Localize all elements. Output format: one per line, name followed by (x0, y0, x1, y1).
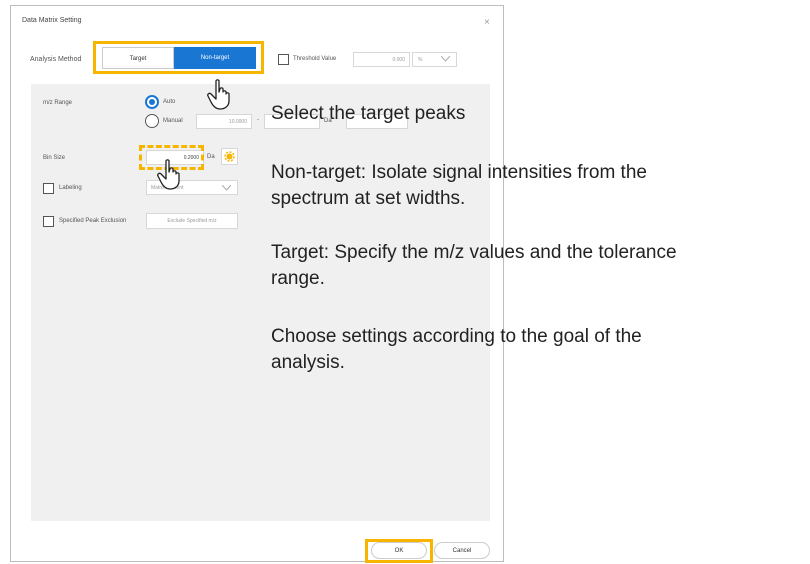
non-target-option-button[interactable]: Non-target (174, 47, 256, 69)
peak-exclusion-checkbox[interactable] (43, 216, 54, 227)
peak-exclusion-label: Specified Peak Exclusion (59, 218, 127, 224)
callout-target-line2: range. (271, 268, 325, 289)
mz-range-separator: - (257, 117, 259, 123)
threshold-unit-value: % (418, 57, 423, 63)
hand-pointer-icon (207, 79, 230, 110)
threshold-unit-select[interactable]: % (412, 52, 457, 67)
threshold-checkbox[interactable] (278, 54, 289, 65)
gear-icon (224, 151, 235, 162)
cancel-button[interactable]: Cancel (434, 542, 490, 559)
bin-size-unit: Da (207, 154, 215, 160)
threshold-input[interactable]: 0.000 (353, 52, 410, 67)
analysis-method-label: Analysis Method (30, 56, 82, 63)
target-option-button[interactable]: Target (102, 47, 174, 69)
manual-radio[interactable] (145, 114, 159, 128)
callout-select-peaks: Select the target peaks (271, 103, 466, 124)
bin-size-label: Bin Size (43, 155, 66, 161)
callout-non-target-line2: spectrum at set widths. (271, 188, 466, 209)
hand-pointer-icon (157, 159, 180, 190)
labeling-checkbox[interactable] (43, 183, 54, 194)
callout-target-line1: Target: Specify the m/z values and the t… (271, 242, 677, 263)
settings-panel (31, 84, 490, 521)
auto-radio-label: Auto (163, 99, 176, 105)
dialog-title: Data Matrix Setting (22, 17, 82, 24)
bin-size-settings-button[interactable] (221, 148, 238, 165)
callout-choose-line1: Choose settings according to the goal of… (271, 326, 642, 347)
threshold-label: Threshold Value (293, 56, 337, 62)
manual-radio-label: Manual (163, 118, 183, 124)
chevron-down-icon (222, 185, 231, 191)
exclude-specified-mz-button[interactable]: Exclude Specified m/z (146, 213, 238, 229)
labeling-label: Labeling (59, 185, 82, 191)
ok-button[interactable]: OK (371, 542, 427, 559)
callout-non-target-line1: Non-target: Isolate signal intensities f… (271, 162, 647, 183)
mz-range-label: m/z Range (43, 100, 73, 106)
callout-choose-line2: analysis. (271, 352, 345, 373)
auto-radio[interactable] (145, 95, 159, 109)
close-icon[interactable]: × (484, 18, 490, 28)
chevron-down-icon (441, 56, 450, 62)
mz-from-input[interactable]: 10.0000 (196, 114, 252, 129)
